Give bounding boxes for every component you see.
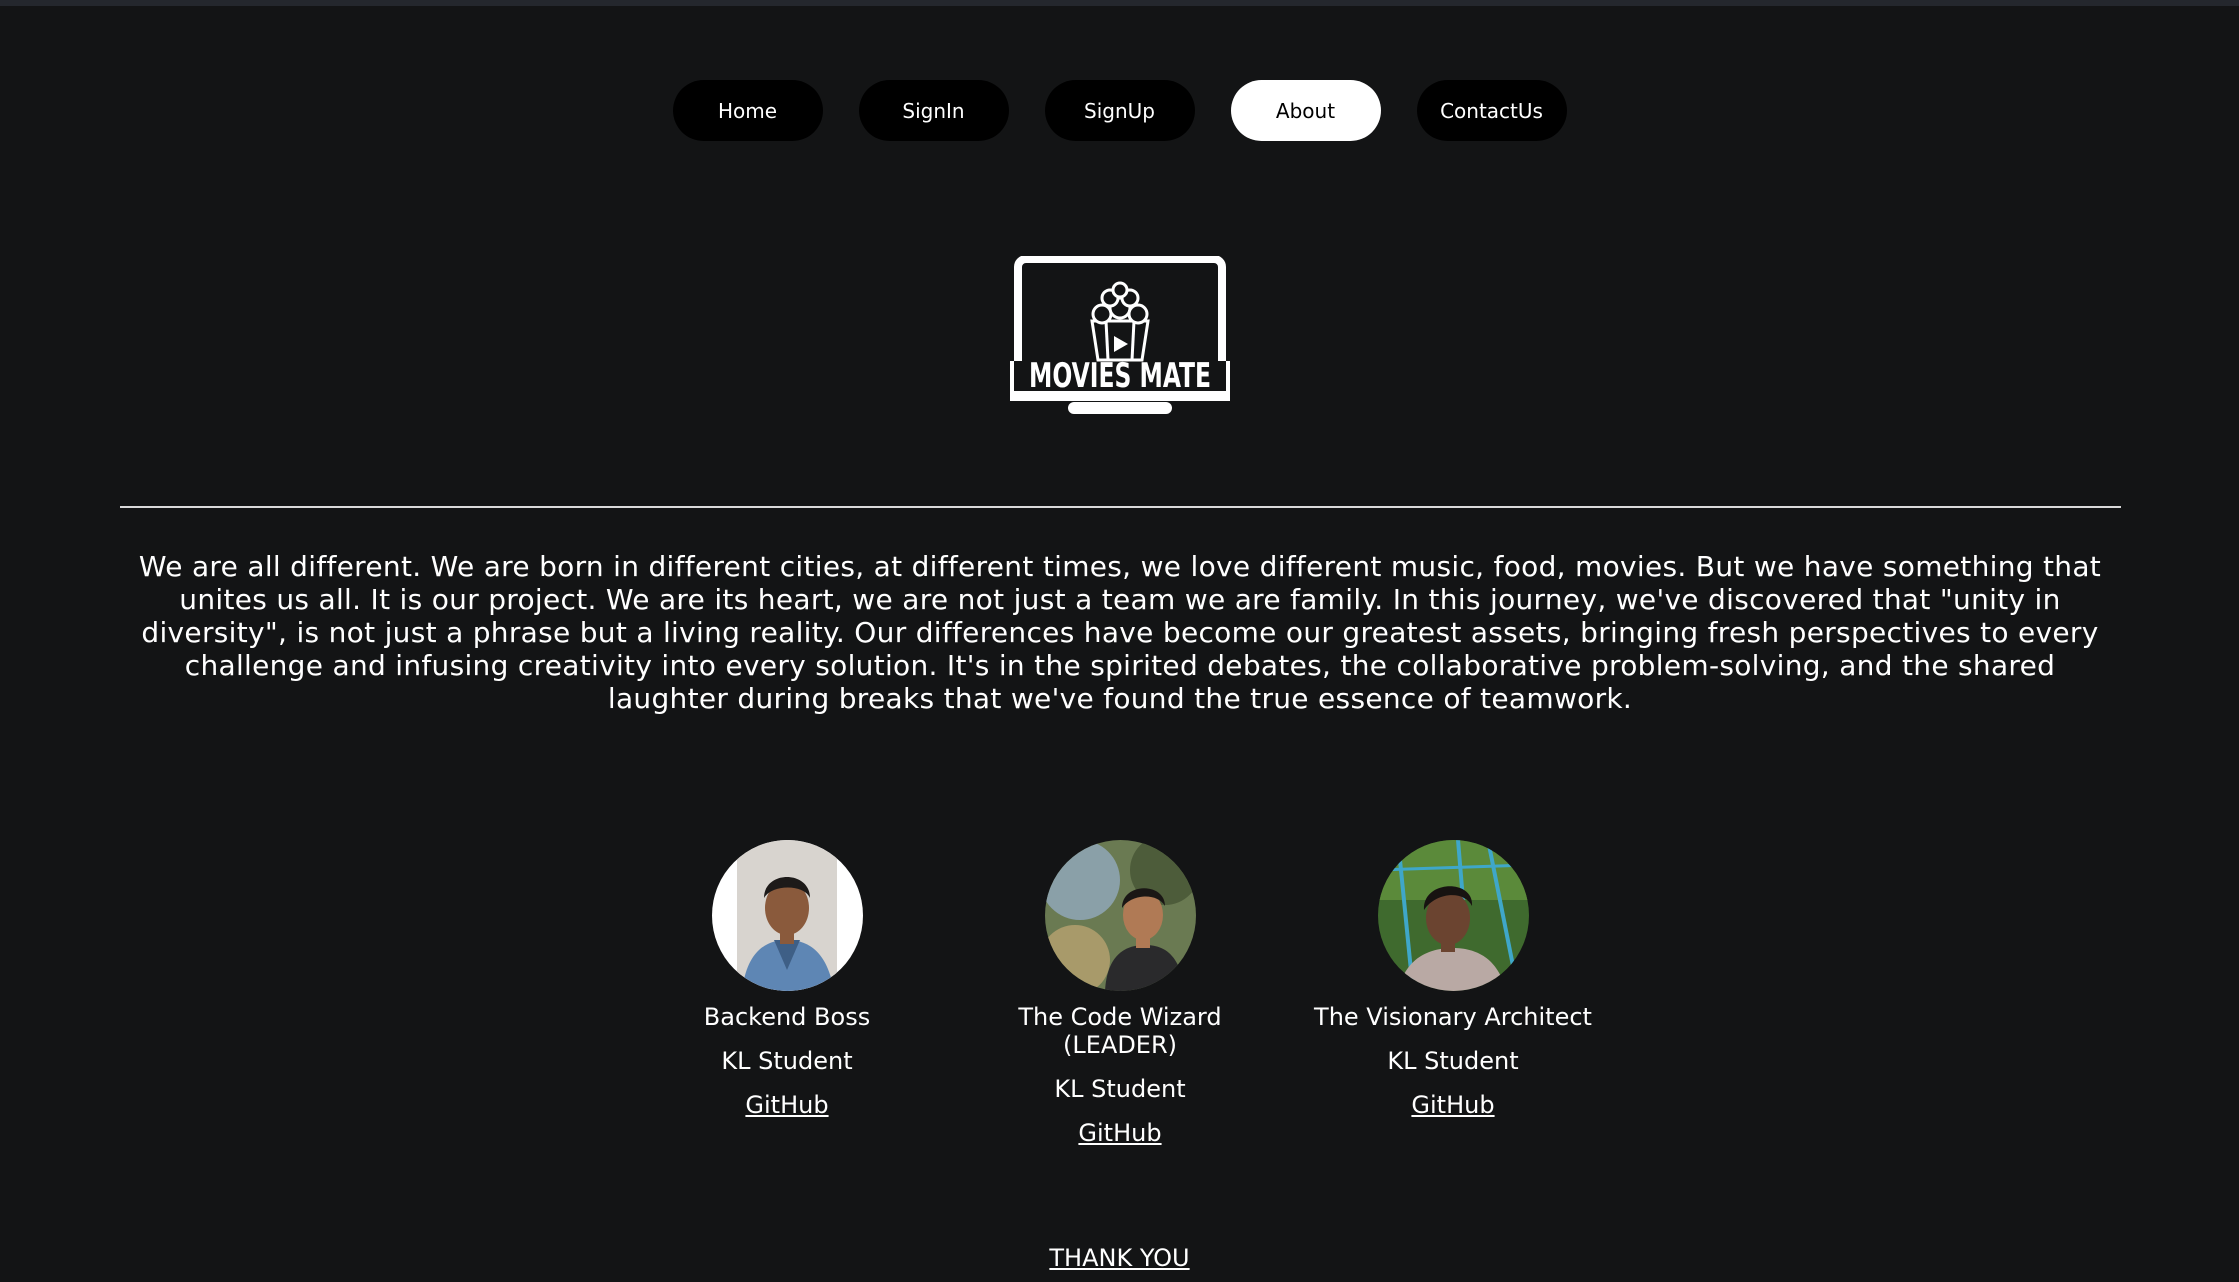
- member-org: KL Student: [1387, 1047, 1519, 1075]
- logo-text: MOVIES MATE: [1029, 356, 1211, 396]
- member-avatar: [1044, 840, 1196, 991]
- movies-mate-logo: MOVIES MATE: [1010, 255, 1230, 416]
- browser-top-strip: [0, 0, 2239, 6]
- thank-you-link[interactable]: THANK YOU: [0, 1244, 2239, 1272]
- member-org: KL Student: [1054, 1075, 1186, 1103]
- member-github-link[interactable]: GitHub: [1078, 1119, 1161, 1147]
- member-role: Backend Boss: [703, 1003, 871, 1031]
- team-member-card: Backend Boss KL Student GitHub: [637, 840, 937, 1119]
- member-avatar: [1377, 840, 1529, 991]
- member-avatar: [711, 840, 863, 991]
- member-role: The Code Wizard (LEADER): [1018, 1003, 1222, 1059]
- member-role: The Visionary Architect: [1314, 1003, 1592, 1031]
- nav-contactus-button[interactable]: ContactUs: [1416, 80, 1567, 141]
- about-paragraph: We are all different. We are born in dif…: [138, 550, 2102, 715]
- section-divider: [120, 506, 2121, 508]
- member-github-link[interactable]: GitHub: [745, 1091, 828, 1119]
- team-member-card: The Visionary Architect KL Student GitHu…: [1303, 840, 1603, 1119]
- nav-signup-button[interactable]: SignUp: [1044, 80, 1195, 141]
- nav-signin-button[interactable]: SignIn: [858, 80, 1009, 141]
- nav-home-button[interactable]: Home: [672, 80, 823, 141]
- about-page: Home SignIn SignUp About ContactUs MOVIE…: [0, 0, 2239, 1282]
- nav-about-button[interactable]: About: [1230, 80, 1381, 141]
- member-org: KL Student: [721, 1047, 853, 1075]
- team-member-card: The Code Wizard (LEADER) KL Student GitH…: [970, 840, 1270, 1147]
- popcorn-laptop-icon: MOVIES MATE: [1010, 255, 1230, 414]
- main-nav: Home SignIn SignUp About ContactUs: [0, 80, 2239, 141]
- member-github-link[interactable]: GitHub: [1411, 1091, 1494, 1119]
